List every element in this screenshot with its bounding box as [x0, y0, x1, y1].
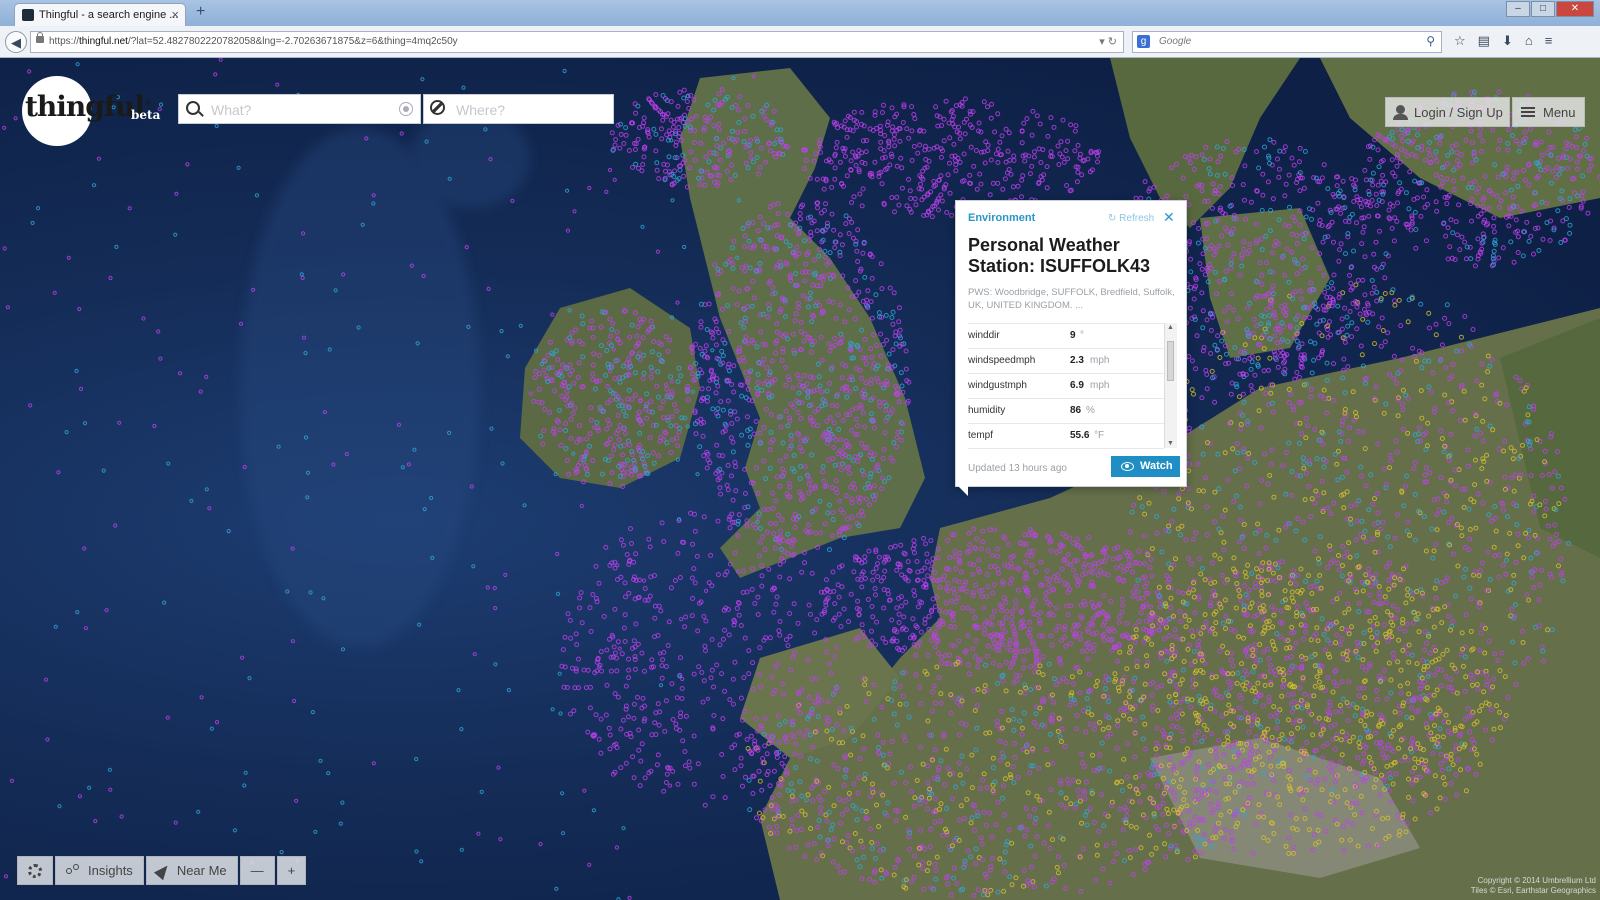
settings-button[interactable]: [17, 856, 53, 885]
reading-row: windgustmph 6.9 mph: [968, 374, 1164, 399]
browser-nav-bar: ◀ https://thingful.net/?lat=52.482780222…: [0, 26, 1600, 58]
url-domain: thingful.net: [79, 36, 128, 47]
url-path: /?lat=52.4827802220782058&lng=-2.7026367…: [127, 36, 458, 47]
watch-label: Watch: [1140, 460, 1173, 472]
url-prefix: https://: [49, 36, 80, 47]
user-icon: [1393, 105, 1408, 120]
globe-icon: [430, 100, 445, 115]
minimize-button[interactable]: –: [1506, 1, 1530, 17]
address-bar[interactable]: https://thingful.net/?lat=52.48278022207…: [30, 31, 1124, 53]
lock-icon: [36, 32, 44, 43]
what-search-box[interactable]: [178, 94, 421, 124]
category-label: Environment: [968, 212, 1036, 224]
insights-button[interactable]: Insights: [55, 856, 144, 885]
login-signup-button[interactable]: Login / Sign Up: [1385, 97, 1510, 127]
refresh-button[interactable]: ↻ Refresh: [1108, 213, 1154, 224]
updated-timestamp: Updated 13 hours ago: [968, 463, 1067, 474]
share-nodes-icon: [66, 863, 80, 878]
where-search-box[interactable]: [423, 94, 614, 124]
popup-description: PWS: Woodbridge, SUFFOLK, Bredfield, Suf…: [968, 287, 1175, 311]
zoom-out-button[interactable]: —: [239, 856, 275, 885]
readings-scrollbar[interactable]: ▲ ▼: [1164, 323, 1177, 448]
ocean-ridges: [240, 108, 530, 648]
google-icon: g: [1137, 35, 1150, 48]
map-attribution: Copyright © 2014 Umbrellium Ltd Tiles © …: [1470, 876, 1596, 895]
zoom-in-button[interactable]: +: [276, 856, 307, 885]
map-toolbar: Insights Near Me — +: [17, 856, 307, 885]
menu-label: Menu: [1543, 105, 1576, 120]
thing-detail-popup: Environment ↻ Refresh ✕ Personal Weather…: [955, 200, 1187, 496]
scroll-down-icon[interactable]: ▼: [1167, 440, 1174, 447]
scroll-thumb[interactable]: [1167, 341, 1174, 381]
bookmarks-list-icon[interactable]: ▤: [1478, 33, 1490, 49]
browser-toolbar-icons: ☆ ▤ ⬇ ⌂ ≡: [1454, 33, 1552, 49]
search-go-icon[interactable]: ⚲: [1426, 34, 1435, 48]
beta-label: beta: [131, 108, 161, 122]
browser-search-box[interactable]: g Google ⚲: [1132, 31, 1442, 53]
login-label: Login / Sign Up: [1414, 105, 1503, 120]
thingful-favicon-icon: [22, 9, 34, 21]
reading-row: windspeedmph 2.3 mph: [968, 349, 1164, 374]
close-window-button[interactable]: ✕: [1556, 1, 1594, 17]
what-search-input[interactable]: [209, 99, 363, 121]
hamburger-icon: [1521, 107, 1535, 109]
browser-search-placeholder: Google: [1159, 36, 1192, 47]
bookmark-star-icon[interactable]: ☆: [1454, 33, 1466, 49]
browser-tab-bar: Thingful - a search engine ... × + – □ ✕: [0, 0, 1600, 26]
reading-row: tempf 55.6 °F: [968, 424, 1164, 449]
hamburger-menu-icon[interactable]: ≡: [1545, 33, 1553, 49]
download-icon[interactable]: ⬇: [1502, 33, 1513, 49]
menu-button[interactable]: Menu: [1512, 97, 1585, 127]
new-tab-button[interactable]: +: [196, 3, 205, 21]
tab-close-icon[interactable]: ×: [171, 7, 179, 22]
close-popup-icon[interactable]: ✕: [1163, 209, 1175, 226]
readings-table[interactable]: winddir 9 ° windspeedmph 2.3 mph windgustmph…: [968, 323, 1164, 450]
reading-row: humidity 86%: [968, 399, 1164, 424]
satellite-map: [2, 58, 1600, 900]
target-icon[interactable]: [399, 102, 413, 116]
location-arrow-icon: [153, 861, 172, 880]
near-me-button[interactable]: Near Me: [145, 856, 238, 885]
maximize-button[interactable]: □: [1531, 1, 1555, 17]
where-search-input[interactable]: [454, 99, 608, 121]
browser-tab[interactable]: Thingful - a search engine ... ×: [14, 3, 186, 26]
tab-title: Thingful - a search engine ...: [39, 9, 179, 21]
popup-title: Personal Weather Station: ISUFFOLK43: [968, 235, 1151, 276]
reading-row: winddir 9 °: [968, 324, 1164, 349]
insights-label: Insights: [88, 863, 133, 878]
near-me-label: Near Me: [176, 863, 227, 878]
back-button[interactable]: ◀: [5, 31, 27, 53]
window-controls: – □ ✕: [1506, 1, 1594, 17]
reload-icon[interactable]: ▾ ↻: [1099, 35, 1117, 48]
search-icon: [186, 101, 200, 115]
eye-icon: [1121, 462, 1134, 471]
home-icon[interactable]: ⌂: [1525, 33, 1533, 49]
refresh-icon: ↻: [1108, 213, 1120, 224]
scroll-up-icon[interactable]: ▲: [1167, 324, 1174, 331]
watch-button[interactable]: Watch: [1111, 456, 1180, 477]
map-canvas[interactable]: [0, 58, 1600, 900]
gear-icon: [28, 863, 42, 878]
